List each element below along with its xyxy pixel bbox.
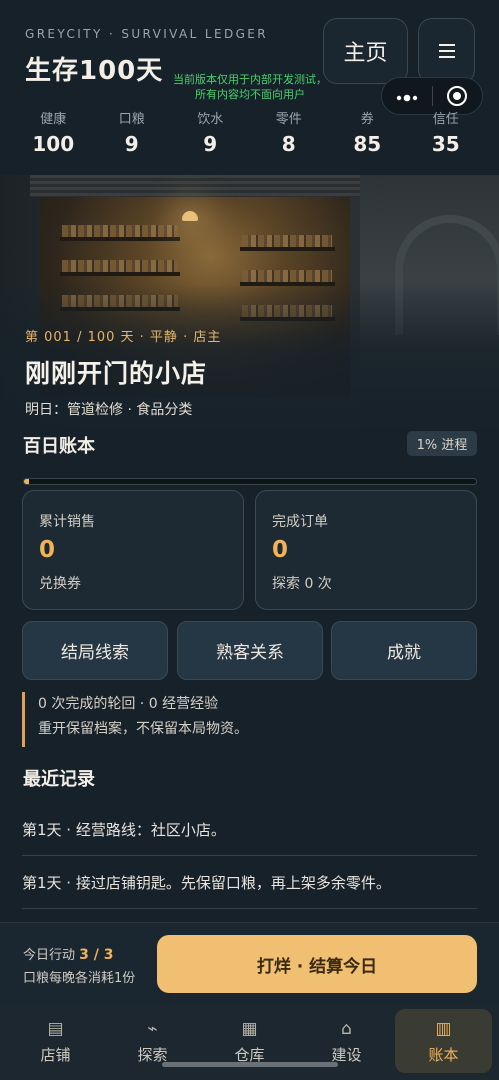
meta-progress-note: 0 次完成的轮回 · 0 经营经验 重开保留档案，不保留本局物资。 (22, 692, 477, 747)
stat-value: 9 (203, 132, 218, 156)
bottom-nav: ▤ 店铺 ⌁ 探索 ▦ 仓库 ⌂ 建设 ▥ 账本 (0, 1004, 499, 1080)
nav-label: 账本 (428, 1045, 459, 1064)
stat-value: 100 (32, 132, 75, 156)
dev-notice-line1: 当前版本仅用于内部开发测试， (173, 73, 327, 86)
lamp-icon (182, 211, 198, 221)
build-icon: ⌂ (341, 1018, 352, 1039)
stat-label: 健康 (40, 112, 67, 127)
stat-label: 零件 (275, 112, 302, 127)
stat-label: 券 (360, 112, 374, 127)
stat-label: 饮水 (197, 112, 224, 127)
close-and-settle-button[interactable]: 打烊 · 结算今日 (157, 935, 477, 993)
orders-card: 完成订单 0 探索 0 次 (255, 490, 477, 610)
shop-icon: ▤ (47, 1018, 64, 1039)
card-subtext: 兑换券 (39, 576, 81, 592)
ending-clues-button[interactable]: 结局线索 (22, 621, 168, 680)
explore-icon: ⌁ (147, 1018, 158, 1039)
actions-remaining: 今日行动 3 / 3 (23, 944, 114, 963)
card-subtext: 探索 0 次 (272, 576, 332, 592)
progress-fill (24, 479, 29, 484)
sales-card: 累计销售 0 兑换券 (22, 490, 244, 610)
close-miniapp-button[interactable] (432, 86, 482, 106)
action-bar: 今日行动 3 / 3 口粮每晚各消耗1份 打烊 · 结算今日 (0, 922, 499, 1004)
log-item: 第1天 · 经营路线：社区小店。 (22, 803, 477, 856)
stats-row: 健康 100 口粮 9 饮水 9 零件 8 券 85 信任 35 (14, 108, 485, 156)
stat-label: 口粮 (118, 112, 145, 127)
page-title: 生存100天 (25, 56, 164, 86)
hamburger-icon (438, 44, 455, 58)
shop-name: 刚刚开门的小店 (25, 359, 208, 388)
card-label: 累计销售 (39, 514, 95, 530)
nav-label: 店铺 (40, 1045, 71, 1064)
warehouse-icon: ▦ (241, 1018, 258, 1039)
stat-health: 健康 100 (14, 108, 93, 156)
nav-shop[interactable]: ▤ 店铺 (7, 1009, 104, 1073)
recent-log-title: 最近记录 (23, 769, 95, 790)
stat-value: 85 (353, 132, 382, 156)
home-indicator[interactable] (162, 1062, 338, 1067)
stat-label: 信任 (432, 112, 459, 127)
note-line2: 重开保留档案，不保留本局物资。 (38, 721, 248, 737)
log-item: 第1天 · 接过店铺钥匙。先保留口粮，再上架多余零件。 (22, 856, 477, 909)
brand-subtitle: GREYCITY · SURVIVAL LEDGER (25, 27, 269, 41)
progress-badge: 1% 进程 (407, 431, 477, 456)
ledger-title: 百日账本 (23, 436, 95, 457)
day-status: 第 001 / 100 天 · 平静 · 店主 (25, 330, 222, 345)
dev-notice: 当前版本仅用于内部开发测试， 所有内容均不面向用户 (160, 72, 340, 102)
stat-rations: 口粮 9 (93, 108, 172, 156)
more-options-button[interactable] (382, 87, 432, 106)
app-screen: GREYCITY · SURVIVAL LEDGER 生存100天 主页 当前版… (0, 0, 499, 1080)
card-value: 0 (272, 537, 289, 563)
actions-label: 今日行动 (23, 948, 76, 963)
stat-value: 35 (431, 132, 460, 156)
stat-value: 8 (281, 132, 296, 156)
actions-count: 3 / 3 (79, 947, 114, 963)
stat-parts: 零件 8 (250, 108, 329, 156)
menu-button[interactable] (418, 18, 475, 84)
stat-value: 9 (124, 132, 139, 156)
achievements-button[interactable]: 成就 (331, 621, 477, 680)
consumption-note: 口粮每晚各消耗1份 (23, 971, 136, 986)
stat-water: 饮水 9 (171, 108, 250, 156)
card-label: 完成订单 (272, 514, 328, 530)
progress-bar (23, 478, 477, 485)
target-icon (447, 86, 468, 106)
dev-notice-line2: 所有内容均不面向用户 (195, 88, 305, 101)
card-value: 0 (39, 537, 56, 563)
note-line1: 0 次完成的轮回 · 0 经营经验 (38, 696, 219, 712)
stat-trust: 信任 35 (407, 108, 486, 156)
nav-ledger[interactable]: ▥ 账本 (395, 1009, 492, 1073)
shop-hero-image (0, 175, 499, 430)
regulars-button[interactable]: 熟客关系 (177, 621, 323, 680)
tomorrow-events: 明日：管道检修 · 食品分类 (25, 402, 193, 418)
header: GREYCITY · SURVIVAL LEDGER 生存100天 主页 当前版… (0, 0, 499, 175)
ledger-icon: ▥ (435, 1018, 452, 1039)
more-dots-icon (396, 94, 417, 101)
stat-coupons: 券 85 (328, 108, 407, 156)
